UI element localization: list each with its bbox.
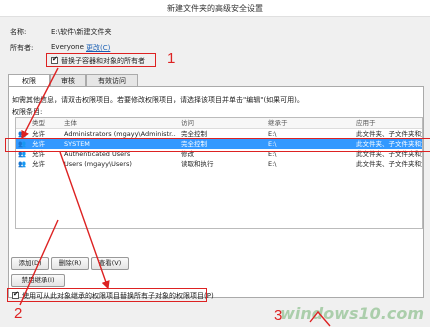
arrow-1	[21, 67, 59, 140]
arrow-3	[19, 219, 59, 306]
annotation-arrows	[19, 67, 331, 327]
arrow-4	[309, 310, 331, 327]
arrow-2	[59, 151, 110, 290]
